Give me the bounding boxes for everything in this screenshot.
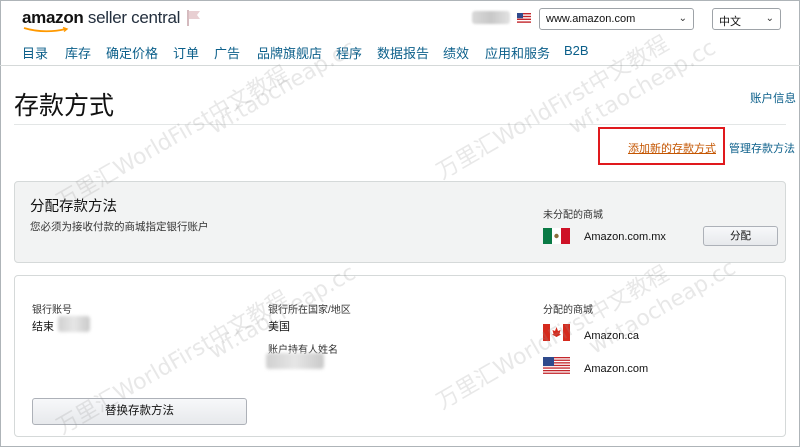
chevron-down-icon: ⌄: [678, 13, 687, 24]
nav-item-advertising[interactable]: 广告: [214, 43, 240, 62]
bank-country-value: 美国: [268, 321, 290, 333]
language-select[interactable]: 中文 ⌄: [712, 8, 781, 30]
manage-deposit-methods-link[interactable]: 管理存款方法: [729, 140, 795, 156]
assign-panel-title: 分配存款方法: [30, 199, 117, 215]
nav-item-inventory[interactable]: 库存: [65, 43, 91, 62]
main-nav: 目录 库存 确定价格 订单 广告 品牌旗舰店 程序 数据报告 绩效 应用和服务 …: [0, 38, 800, 66]
nav-item-catalog[interactable]: 目录: [22, 43, 48, 62]
nav-item-b2b[interactable]: B2B: [564, 43, 589, 58]
bank-account-label: 银行账号: [32, 305, 72, 316]
marketplace-select[interactable]: www.amazon.com ⌄: [539, 8, 694, 30]
logo-product: seller central: [83, 8, 181, 27]
nav-item-orders[interactable]: 订单: [173, 43, 199, 62]
notification-flag-icon[interactable]: [186, 9, 202, 27]
language-select-value: 中文: [719, 16, 741, 28]
assign-panel-description: 您必须为接收付款的商城指定银行账户: [30, 221, 209, 233]
add-deposit-method-link[interactable]: 添加新的存款方式: [628, 140, 716, 156]
top-bar: amazon seller central www.amazon.com ⌄ 中文…: [0, 0, 800, 38]
redacted-holder-name: [266, 353, 324, 369]
bank-account-value: 结束: [32, 321, 54, 333]
assigned-marketplaces-label: 分配的商城: [543, 305, 593, 316]
nav-item-performance[interactable]: 绩效: [443, 43, 469, 62]
redacted-username: [472, 11, 510, 24]
assigned-marketplace-ca: Amazon.ca: [584, 330, 640, 342]
unassigned-marketplaces-label: 未分配的商城: [543, 210, 603, 221]
us-flag-icon: [543, 357, 570, 374]
account-info-link[interactable]: 账户信息: [750, 90, 796, 106]
nav-item-pricing[interactable]: 确定价格: [106, 43, 158, 62]
divider: [14, 124, 786, 125]
replace-deposit-method-button[interactable]: 替换存款方法: [32, 398, 247, 425]
amazon-smile-icon: [23, 27, 69, 33]
logo-brand: amazon: [22, 8, 84, 27]
redacted-account-number: [58, 316, 90, 332]
nav-item-reports[interactable]: 数据报告: [377, 43, 429, 62]
marketplace-select-value: www.amazon.com: [546, 13, 636, 25]
nav-item-stores[interactable]: 品牌旗舰店: [257, 43, 322, 62]
nav-item-apps-services[interactable]: 应用和服务: [485, 43, 550, 62]
seller-central-logo[interactable]: amazon seller central: [22, 8, 180, 28]
canada-flag-icon: [543, 324, 570, 341]
us-flag-icon: [517, 13, 531, 23]
page-title: 存款方式: [14, 91, 115, 120]
mexico-flag-icon: [543, 228, 570, 244]
bank-country-label: 银行所在国家/地区: [268, 305, 351, 316]
assigned-marketplace-us: Amazon.com: [584, 363, 649, 375]
nav-item-programs[interactable]: 程序: [336, 43, 362, 62]
assign-button[interactable]: 分配: [703, 226, 778, 246]
chevron-down-icon: ⌄: [765, 13, 774, 24]
unassigned-marketplace-name: Amazon.com.mx: [584, 231, 666, 243]
